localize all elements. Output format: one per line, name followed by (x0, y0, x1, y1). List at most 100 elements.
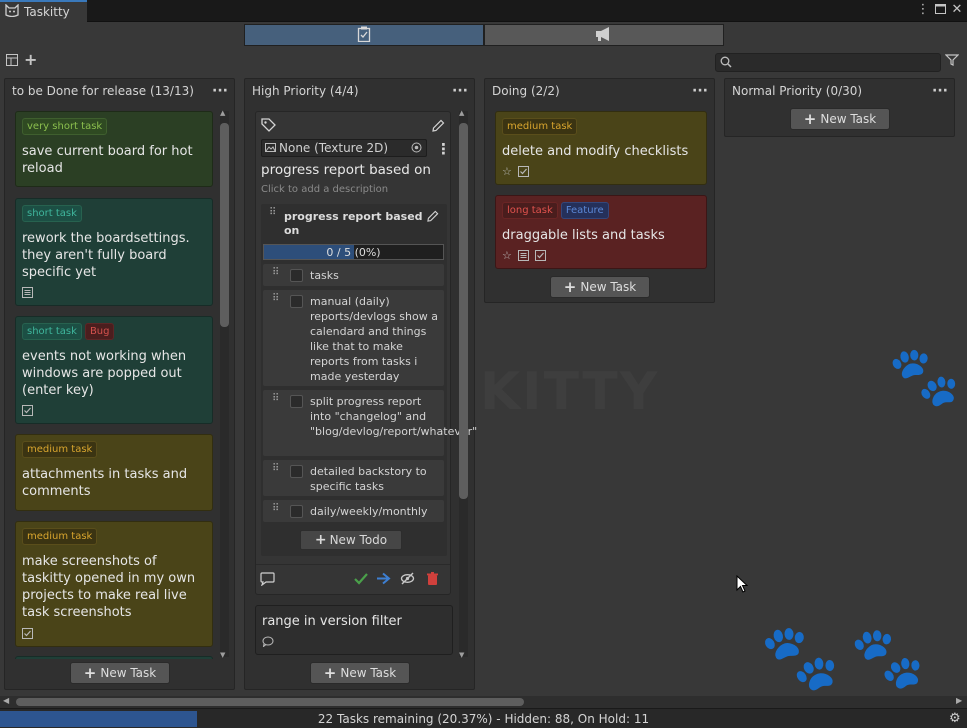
drag-handle-icon[interactable]: ⠿ (272, 504, 279, 514)
task-card[interactable]: long task Feature draggable lists and tas… (495, 195, 707, 269)
task-card[interactable]: medium task make screenshots of taskitty… (15, 521, 213, 647)
clipboard-icon (357, 26, 371, 45)
drag-handle-icon[interactable]: ⠿ (272, 294, 279, 304)
scroll-right-icon[interactable]: ▶ (956, 696, 962, 705)
todo-text: detailed backstory to specific tasks (310, 465, 427, 493)
column-doing: Doing (2/2) ··· medium task delete and m… (484, 78, 715, 303)
todo-item: ⠿ tasks (263, 264, 444, 286)
column-header: to be Done for release (13/13) ··· (5, 79, 234, 103)
card-title: attachments in tasks and comments (22, 467, 188, 499)
drag-handle-icon[interactable]: ⠿ (272, 268, 279, 278)
plus-icon: + (803, 110, 817, 128)
edit-icon[interactable] (432, 119, 445, 135)
checklist-progress-bar: 0 / 5 (0%) (263, 244, 444, 260)
star-icon: ☆ (502, 249, 512, 262)
more-icon[interactable]: ··· (212, 83, 228, 99)
filter-icon[interactable] (944, 54, 960, 69)
tab-taskitty[interactable]: Taskitty (0, 0, 87, 22)
tag-bug: Bug (84, 323, 115, 340)
task-card[interactable]: very short task save current board for h… (15, 111, 213, 187)
hide-icon[interactable] (400, 572, 415, 588)
scroll-down-icon[interactable]: ▼ (459, 651, 464, 659)
cat-icon (5, 3, 19, 20)
card-footer (256, 564, 450, 594)
status-bar: 22 Tasks remaining (20.37%) - Hidden: 88… (0, 708, 967, 728)
task-card[interactable] (15, 656, 213, 659)
close-icon[interactable]: ✕ (949, 2, 965, 17)
main-area: KITTY 🐾 🐾 🐾 + to be Done for release (13… (0, 22, 967, 708)
plus-icon: + (563, 278, 577, 296)
title-bar: Taskitty ⋮ ✕ (0, 0, 967, 22)
task-card[interactable]: short task Bug events not working when wi… (15, 316, 213, 424)
checklist-icon (534, 250, 546, 264)
check-icon[interactable] (354, 572, 368, 588)
edit-icon[interactable] (427, 210, 439, 225)
task-card[interactable]: range in version filter (255, 605, 453, 655)
tag-long-task: long task (502, 202, 558, 219)
board-horizontal-scrollbar[interactable]: ◀ ▶ (0, 696, 967, 708)
column-header: Normal Priority (0/30) ··· (725, 79, 954, 103)
layout-icon[interactable] (6, 54, 18, 69)
todo-checkbox[interactable] (290, 465, 303, 478)
drag-handle-icon[interactable]: ⠿ (272, 394, 279, 404)
todo-checkbox[interactable] (290, 269, 303, 282)
more-icon[interactable]: ··· (692, 83, 708, 99)
card-title: draggable lists and tasks (502, 228, 665, 243)
column-scrollbar[interactable]: ▲ ▼ (219, 109, 229, 659)
column-title: Normal Priority (0/30) (732, 84, 863, 98)
search-icon (720, 56, 732, 71)
kebab-icon[interactable]: ⋮ (915, 2, 931, 17)
drag-handle-icon[interactable]: ⠿ (269, 208, 276, 218)
scrollbar-thumb[interactable] (220, 123, 229, 327)
scroll-up-icon[interactable]: ▲ (220, 109, 225, 117)
card-title: events not working when windows are popp… (22, 349, 187, 398)
column-scrollbar[interactable]: ▲ ▼ (458, 109, 468, 659)
board-view-button[interactable] (244, 24, 484, 46)
drag-handle-icon[interactable]: ⠿ (272, 464, 279, 474)
column-normal-priority: Normal Priority (0/30) ··· + New Task (724, 78, 955, 137)
new-task-button[interactable]: + New Task (550, 276, 650, 298)
kebab-icon[interactable]: ⋮ (436, 140, 451, 158)
todo-checkbox[interactable] (290, 505, 303, 518)
checklist: ⠿ progress report based on 0 / 5 (0%) ⠿ … (261, 204, 478, 556)
paw-icon: 🐾 (760, 621, 840, 695)
add-icon[interactable]: + (24, 52, 37, 69)
column-header: Doing (2/2) ··· (485, 79, 714, 103)
tag-icon[interactable] (261, 118, 276, 135)
task-card[interactable]: medium task attachments in tasks and com… (15, 434, 213, 511)
maximize-icon[interactable] (932, 2, 948, 18)
object-picker-icon[interactable] (411, 142, 422, 156)
scroll-down-icon[interactable]: ▼ (220, 651, 225, 659)
announcement-view-button[interactable] (484, 24, 724, 46)
tag-medium-task: medium task (502, 118, 578, 135)
task-card[interactable]: short task rework the boardsettings. the… (15, 198, 213, 306)
expanded-card-title[interactable]: progress report based on (261, 162, 431, 178)
texture-field[interactable]: None (Texture 2D) (261, 139, 427, 157)
tag-feature: Feature (560, 202, 609, 219)
todo-checkbox[interactable] (290, 295, 303, 308)
checklist-title: progress report based on (284, 210, 423, 237)
scroll-up-icon[interactable]: ▲ (459, 109, 464, 117)
card-title: make screenshots of taskitty opened in m… (22, 554, 196, 620)
background-watermark: KITTY (480, 362, 660, 422)
todo-checkbox[interactable] (290, 395, 303, 408)
checklist-icon (517, 166, 529, 180)
new-task-button[interactable]: + New Task (310, 662, 410, 684)
comment-icon[interactable] (260, 572, 275, 589)
search-input[interactable] (736, 55, 936, 70)
more-icon[interactable]: ··· (452, 83, 468, 99)
description-placeholder[interactable]: Click to add a description (261, 184, 388, 195)
scroll-left-icon[interactable]: ◀ (3, 696, 9, 705)
scrollbar-thumb[interactable] (16, 698, 524, 706)
settings-gear-icon[interactable]: ⚙ (949, 711, 961, 726)
trash-icon[interactable] (426, 572, 439, 589)
arrow-right-icon[interactable] (376, 572, 391, 588)
new-task-button[interactable]: + New Task (790, 108, 890, 130)
scrollbar-thumb[interactable] (459, 123, 468, 499)
tag-short-task: short task (22, 323, 82, 340)
task-card[interactable]: medium task delete and modify checklists… (495, 111, 707, 185)
new-todo-button[interactable]: + New Todo (300, 530, 402, 550)
new-task-button[interactable]: + New Task (70, 662, 170, 684)
todo-text: split progress report into "changelog" a… (310, 395, 478, 438)
more-icon[interactable]: ··· (932, 83, 948, 99)
